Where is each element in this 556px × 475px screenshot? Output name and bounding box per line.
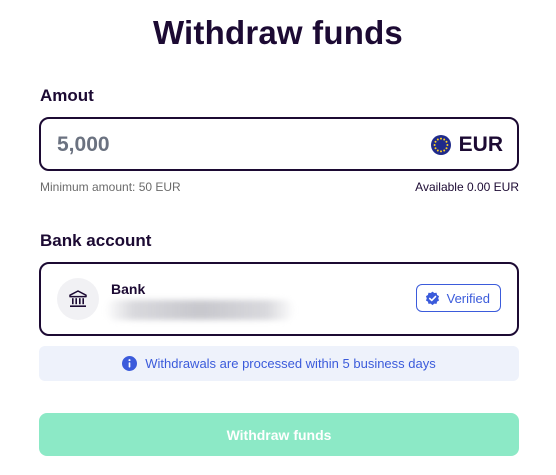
verified-check-icon [425, 291, 439, 305]
verified-label: Verified [446, 290, 490, 306]
page-title: Withdraw funds [153, 14, 403, 51]
info-text: Withdrawals are processed within 5 busin… [145, 356, 436, 371]
verified-badge: Verified [415, 284, 501, 312]
bank-account-label: Bank account [40, 231, 152, 250]
available-balance: Available 0.00 EUR [415, 180, 519, 194]
amount-field[interactable]: EUR [39, 117, 519, 171]
withdraw-funds-button[interactable]: Withdraw funds [39, 413, 519, 456]
bank-account-card[interactable]: Bank Verified [39, 262, 519, 336]
currency-label: EUR [458, 133, 503, 156]
bank-avatar [57, 278, 99, 320]
bank-name: Bank [111, 281, 146, 297]
amount-label: Amout [40, 86, 94, 105]
bank-icon [69, 290, 87, 307]
info-icon [122, 356, 138, 371]
minimum-amount-hint: Minimum amount: 50 EUR [40, 180, 181, 194]
amount-input[interactable] [57, 131, 357, 159]
eu-flag-icon [430, 135, 451, 155]
processing-info-banner: Withdrawals are processed within 5 busin… [39, 346, 519, 381]
withdraw-page: Withdraw funds Amout 5,000 EUR Minimum a… [0, 0, 556, 475]
masked-account-number [105, 300, 295, 320]
currency-selector[interactable]: EUR [430, 132, 503, 158]
